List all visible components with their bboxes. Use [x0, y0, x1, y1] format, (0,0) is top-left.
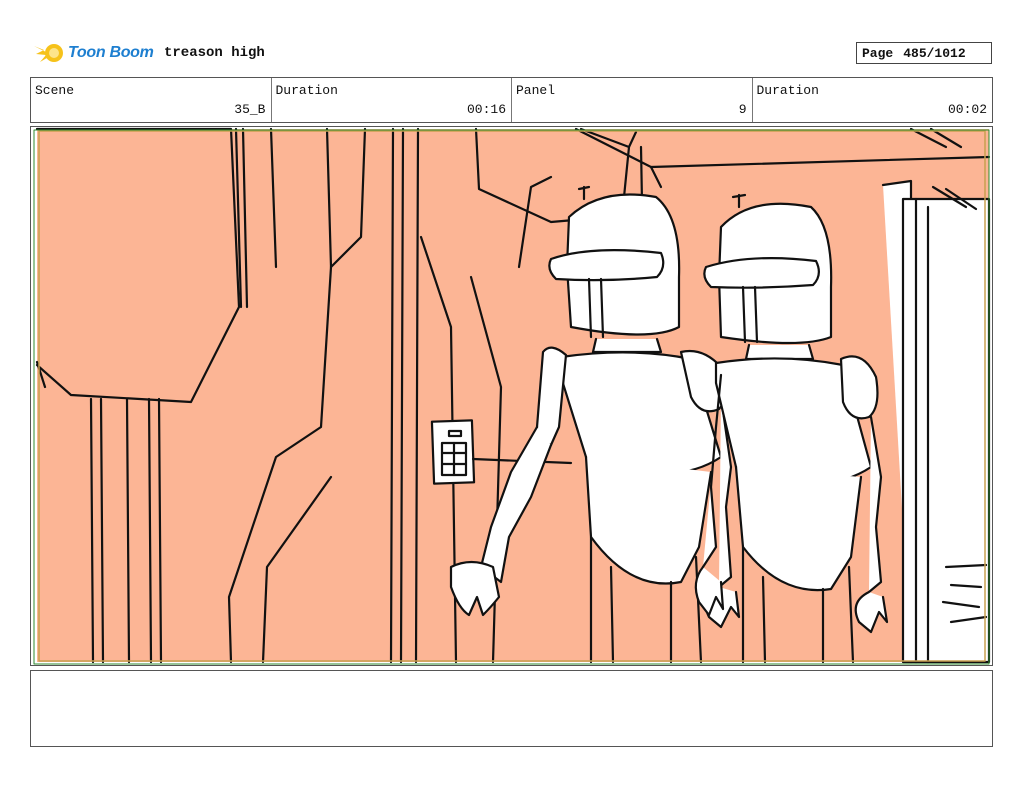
scene-value: 35_B [234, 102, 266, 117]
toon-boom-logo: Toon Boom [32, 38, 154, 68]
panel-info-table: Scene 35_B Duration 00:16 Panel 9 Durati… [30, 77, 993, 123]
toon-boom-star-icon [34, 44, 63, 62]
panel-value: 9 [738, 102, 747, 117]
page-number: 485/1012 [903, 45, 966, 61]
storyboard-panel-image [30, 126, 993, 666]
scene-duration-value: 00:16 [466, 102, 506, 117]
panel-duration-cell: Duration 00:02 [753, 78, 993, 122]
logo-text: Toon Boom [68, 44, 154, 61]
scene-cell: Scene 35_B [31, 78, 272, 122]
scene-duration-label: Duration [275, 83, 338, 98]
panel-drawing [33, 127, 991, 665]
panel-duration-value: 00:02 [947, 102, 987, 117]
panel-notes-box [30, 670, 993, 747]
scene-duration-cell: Duration 00:16 [272, 78, 512, 122]
page-label: Page [862, 45, 894, 61]
page-indicator: Page 485/1012 [856, 42, 992, 64]
panel-cell: Panel 9 [512, 78, 753, 122]
panel-duration-label: Duration [756, 83, 819, 98]
project-title: treason high [164, 45, 265, 61]
panel-label: Panel [516, 83, 556, 98]
scene-label: Scene [35, 83, 75, 98]
storyboard-header: Toon Boom treason high Page 485/1012 [30, 38, 992, 70]
